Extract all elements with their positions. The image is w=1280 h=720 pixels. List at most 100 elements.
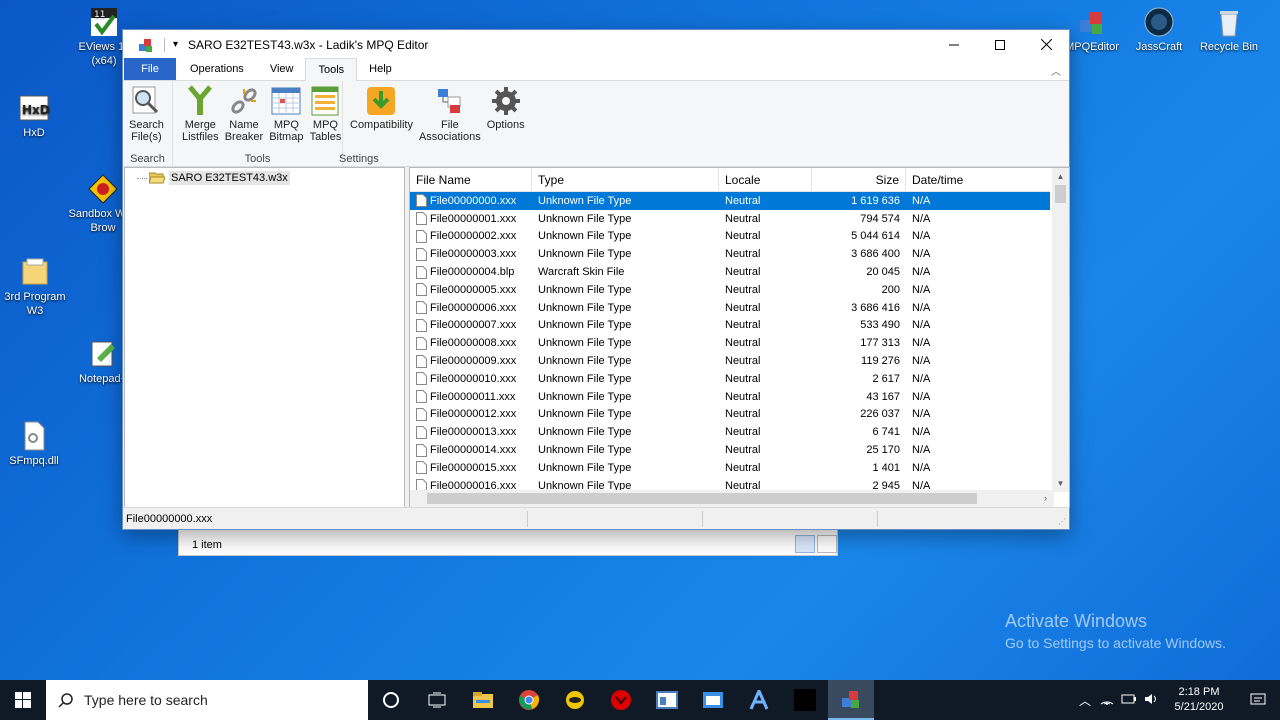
table-row[interactable]: File00000011.xxx Unknown File Type Neutral… bbox=[410, 388, 1050, 406]
file-name-cell: File00000000.xxx bbox=[410, 194, 532, 208]
window-blue-icon bbox=[703, 692, 723, 708]
scroll-up-icon[interactable]: ▲ bbox=[1052, 168, 1069, 185]
table-row[interactable]: File00000013.xxx Unknown File Type Neutral… bbox=[410, 423, 1050, 441]
action-center-button[interactable] bbox=[1236, 693, 1280, 707]
network-icon[interactable] bbox=[1096, 693, 1118, 708]
table-row[interactable]: File00000004.blp Warcraft Skin File Neutra… bbox=[410, 263, 1050, 281]
file-locale-cell: Neutral bbox=[725, 444, 761, 457]
file-icon bbox=[416, 425, 427, 439]
tab-view[interactable]: View bbox=[258, 58, 306, 80]
clock[interactable]: 2:18 PM 5/21/2020 bbox=[1162, 685, 1236, 715]
bitmap-grid-icon bbox=[271, 87, 301, 115]
taskbar-file-explorer[interactable] bbox=[460, 680, 506, 720]
tree-root-label: SARO E32TEST43.w3x bbox=[169, 171, 290, 185]
table-row[interactable]: File00000009.xxx Unknown File Type Neutral… bbox=[410, 352, 1050, 370]
desktop-icon-hxd[interactable]: HxD HxD bbox=[0, 92, 72, 140]
column-header-file-name[interactable]: File Name bbox=[410, 168, 532, 192]
tree-item-root[interactable]: SARO E32TEST43.w3x bbox=[137, 171, 290, 185]
desktop-icon-jasscraft[interactable]: JassCraft bbox=[1121, 6, 1197, 54]
window-app-icon bbox=[656, 691, 678, 709]
name-breaker-label: Name Breaker bbox=[224, 119, 264, 143]
desktop-icon-sfmpq[interactable]: SFmpq.dll bbox=[0, 420, 72, 468]
table-row[interactable]: File00000015.xxx Unknown File Type Neutral… bbox=[410, 459, 1050, 477]
file-locale-cell: Neutral bbox=[725, 283, 761, 296]
desktop-icon-3rd-program[interactable]: 3rd Program W3 bbox=[0, 256, 73, 318]
cortana-button[interactable] bbox=[368, 680, 414, 720]
taskbar-mpq-editor[interactable] bbox=[828, 680, 874, 720]
file-locale-cell: Neutral bbox=[725, 319, 761, 332]
archive-tree[interactable]: SARO E32TEST43.w3x bbox=[124, 167, 405, 508]
maximize-button[interactable] bbox=[977, 30, 1023, 59]
table-row[interactable]: File00000001.xxx Unknown File Type Neutral… bbox=[410, 210, 1050, 228]
show-hidden-icons-icon[interactable]: ︿ bbox=[1074, 692, 1096, 709]
window-title: SARO E32TEST43.w3x - Ladik's MPQ Editor bbox=[188, 37, 429, 52]
battery-icon[interactable] bbox=[1118, 693, 1140, 707]
resize-grip-icon[interactable]: ⋰ bbox=[1058, 517, 1066, 526]
horizontal-scrollbar[interactable]: › bbox=[410, 490, 1054, 507]
table-row[interactable]: File00000014.xxx Unknown File Type Neutral… bbox=[410, 441, 1050, 459]
file-type-cell: Unknown File Type bbox=[538, 337, 632, 350]
column-header-date-time[interactable]: Date/time bbox=[906, 168, 1050, 192]
file-size-cell: 3 686 416 bbox=[851, 301, 900, 314]
taskbar-app-4[interactable] bbox=[552, 680, 598, 720]
table-row[interactable]: File00000010.xxx Unknown File Type Neutral… bbox=[410, 370, 1050, 388]
mpq-bitmap-label: MPQ Bitmap bbox=[269, 119, 304, 143]
cortana-circle-icon bbox=[383, 692, 399, 708]
taskbar-app-7[interactable] bbox=[690, 680, 736, 720]
scroll-down-icon[interactable]: ▼ bbox=[1052, 475, 1069, 492]
file-icon bbox=[416, 194, 427, 208]
taskbar-chrome[interactable] bbox=[506, 680, 552, 720]
table-row[interactable]: File00000006.xxx Unknown File Type Neutral… bbox=[410, 299, 1050, 317]
file-size-cell: 3 686 400 bbox=[851, 248, 900, 261]
scroll-left-icon[interactable] bbox=[410, 490, 427, 507]
close-button[interactable] bbox=[1023, 30, 1069, 59]
background-explorer-window[interactable]: 1 item bbox=[178, 528, 838, 556]
column-header-locale[interactable]: Locale bbox=[719, 168, 812, 192]
file-list[interactable]: File Name Type Locale Size Date/time Fil… bbox=[409, 167, 1070, 508]
taskbar-app-5[interactable] bbox=[598, 680, 644, 720]
dll-file-icon bbox=[24, 421, 45, 451]
start-button[interactable] bbox=[0, 680, 46, 720]
group-label-search: Search bbox=[130, 153, 165, 165]
table-row[interactable]: File00000003.xxx Unknown File Type Neutral… bbox=[410, 245, 1050, 263]
large-icons-view-button[interactable] bbox=[817, 535, 837, 553]
horizontal-scroll-thumb[interactable] bbox=[427, 493, 977, 504]
desktop-icon-recycle-bin[interactable]: Recycle Bin bbox=[1191, 6, 1267, 54]
quick-access-dropdown[interactable]: ▾ bbox=[173, 39, 178, 50]
taskbar-app-9[interactable] bbox=[782, 680, 828, 720]
vertical-scroll-thumb[interactable] bbox=[1055, 185, 1066, 203]
taskbar-app-8[interactable] bbox=[736, 680, 782, 720]
title-bar[interactable]: ▾ SARO E32TEST43.w3x - Ladik's MPQ Edito… bbox=[123, 30, 1069, 59]
desktop-icon-label: 3rd Program W3 bbox=[4, 291, 66, 317]
table-row[interactable]: File00000012.xxx Unknown File Type Neutral… bbox=[410, 406, 1050, 424]
column-header-size[interactable]: Size bbox=[812, 168, 906, 192]
table-row[interactable]: File00000005.xxx Unknown File Type Neutral… bbox=[410, 281, 1050, 299]
table-row[interactable]: File00000008.xxx Unknown File Type Neutral… bbox=[410, 334, 1050, 352]
scroll-right-icon[interactable]: › bbox=[1037, 490, 1054, 507]
svg-text:HxD: HxD bbox=[22, 103, 50, 117]
table-row[interactable]: File00000007.xxx Unknown File Type Neutral… bbox=[410, 317, 1050, 335]
tab-file[interactable]: File bbox=[124, 58, 176, 80]
minimize-button[interactable] bbox=[931, 30, 977, 59]
group-label-tools: Tools bbox=[244, 153, 271, 165]
tab-operations[interactable]: Operations bbox=[176, 58, 258, 80]
table-row[interactable]: File00000002.xxx Unknown File Type Neutral… bbox=[410, 228, 1050, 246]
tab-help[interactable]: Help bbox=[357, 58, 404, 80]
windows-logo-icon bbox=[15, 692, 31, 708]
chain-icon bbox=[231, 88, 257, 114]
details-view-button[interactable] bbox=[795, 535, 815, 553]
volume-icon[interactable] bbox=[1140, 693, 1162, 708]
file-name-text: File00000006.xxx bbox=[430, 301, 517, 314]
file-date-cell: N/A bbox=[912, 248, 931, 261]
taskbar-search-box[interactable]: Type here to search bbox=[46, 680, 368, 720]
table-row[interactable]: File00000000.xxx Unknown File Type Neutral… bbox=[410, 192, 1050, 210]
tab-tools[interactable]: Tools bbox=[305, 58, 358, 81]
column-header-type[interactable]: Type bbox=[532, 168, 719, 192]
collapse-ribbon-icon[interactable]: ︿ bbox=[1051, 63, 1061, 78]
minimize-icon bbox=[949, 44, 959, 45]
vertical-scrollbar[interactable]: ▲ ▼ bbox=[1052, 168, 1069, 492]
mpq-tables-label: MPQ Tables bbox=[309, 119, 342, 143]
file-type-cell: Unknown File Type bbox=[538, 408, 632, 421]
taskbar-app-6[interactable] bbox=[644, 680, 690, 720]
task-view-button[interactable] bbox=[414, 680, 460, 720]
